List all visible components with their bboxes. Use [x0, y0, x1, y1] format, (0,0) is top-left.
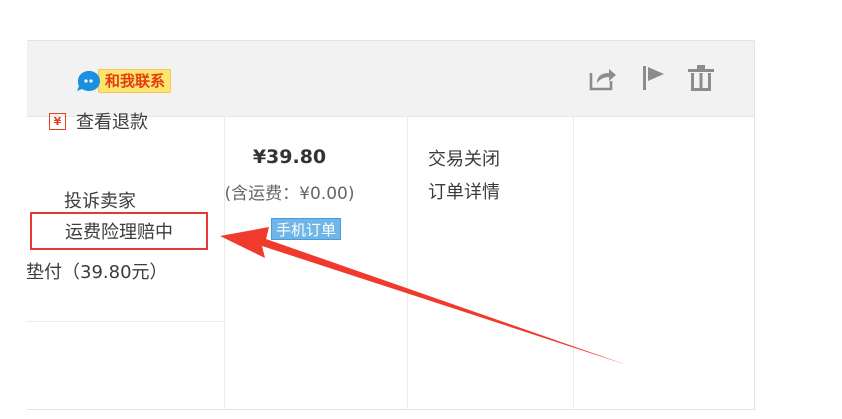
shipping-fee-note: (含运费：¥0.00) [224, 184, 355, 204]
column-divider [27, 321, 225, 322]
complain-seller-link[interactable]: 投诉卖家 [64, 187, 136, 213]
refund-yen-icon: ¥ [49, 112, 66, 130]
advance-payment-text: 垫付（39.80元） [26, 262, 168, 283]
order-price: ¥39.80 [252, 146, 327, 168]
mobile-order-badge: 手机订单 [271, 218, 342, 240]
trade-status: 交易关闭 [428, 149, 500, 170]
order-header: 和我联系 [27, 41, 754, 117]
view-refund-link[interactable]: ¥ 查看退款 [49, 108, 148, 134]
contact-seller-label: 和我联系 [98, 69, 172, 93]
trash-icon[interactable] [685, 63, 717, 93]
order-detail-link[interactable]: 订单详情 [381, 178, 547, 204]
share-icon[interactable] [587, 63, 619, 93]
chat-bubble-icon [77, 71, 100, 91]
shipping-insurance-claim-link[interactable]: 运费险理赔中 [30, 212, 208, 250]
shipping-insurance-claim-label: 运费险理赔中 [65, 222, 173, 243]
contact-seller-button[interactable]: 和我联系 [75, 69, 172, 93]
operations-column [574, 116, 754, 410]
flag-icon[interactable] [637, 63, 669, 93]
view-refund-label: 查看退款 [76, 112, 148, 133]
